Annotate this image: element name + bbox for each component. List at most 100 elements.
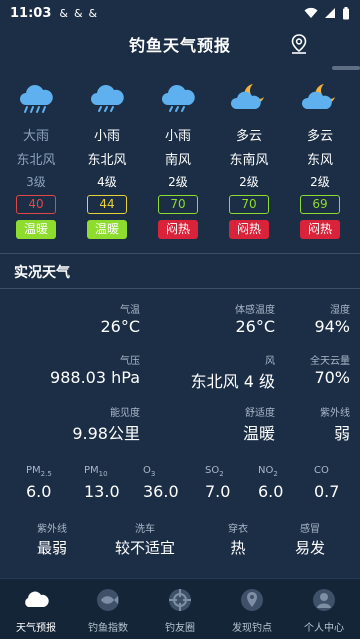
pollutant-label: PM10 xyxy=(84,465,120,479)
index-dressing: 穿衣 热 xyxy=(215,520,261,558)
nav-item-label: 钓鱼指数 xyxy=(88,623,128,634)
aperture-icon xyxy=(167,587,193,613)
divider xyxy=(0,288,360,289)
uv-label: 紫外线 xyxy=(320,408,350,419)
cloudy-night-icon xyxy=(230,81,267,115)
feels-like-label: 体感温度 xyxy=(235,305,275,316)
index-label: 洗车 xyxy=(135,524,155,535)
forecast-day[interactable]: 多云 东南风 2级 70 闷热 xyxy=(214,75,284,253)
pollutant-cell: SO2 7.0 xyxy=(205,465,230,501)
pollutant-value: 13.0 xyxy=(84,482,120,501)
forecast-day[interactable]: 小雨 南风 2级 70 闷热 xyxy=(143,75,213,253)
index-value: 最弱 xyxy=(36,539,67,557)
temperature-cell: 气温 26°C xyxy=(60,301,140,336)
forecast-day[interactable]: 多云东风 2级 69 闷热 xyxy=(285,75,355,253)
forecast-wind: 东北风 xyxy=(16,153,56,168)
forecast-strip[interactable]: 大雨 东北风 3级 40 温暖 小雨 东北风 4级 44 温暖 小雨 南风 2级 70 闷热 多云 东南风 2级 7… xyxy=(0,75,360,253)
pollutant-label: O3 xyxy=(143,465,179,479)
forecast-aqi-badge: 70 xyxy=(158,195,198,214)
forecast-comfort-badge: 温暖 xyxy=(16,220,56,239)
uv-value: 弱 xyxy=(333,424,350,443)
pollutant-name: CO xyxy=(314,465,329,476)
index-label: 穿衣 xyxy=(228,524,248,535)
notification-icon: & xyxy=(59,6,68,20)
wind-cell: 风 东北风 4 级 xyxy=(165,352,275,392)
temperature-label: 气温 xyxy=(120,305,140,316)
temperature-value: 26°C xyxy=(100,317,140,336)
battery-icon xyxy=(343,6,349,19)
cloudy-night-icon xyxy=(301,81,338,115)
index-label: 感冒 xyxy=(300,524,320,535)
pollutant-cell: CO 0.7 xyxy=(314,465,339,501)
forecast-wind: 东风 xyxy=(306,153,333,168)
forecast-wind-level: 2级 xyxy=(168,175,188,189)
humidity-label: 湿度 xyxy=(330,305,350,316)
section-title: 实况天气 xyxy=(14,265,70,281)
pollutant-name: O xyxy=(143,465,151,476)
pollutant-subscript: 10 xyxy=(98,470,108,478)
pollutant-name: PM xyxy=(84,465,99,476)
forecast-aqi-badge: 44 xyxy=(87,195,127,214)
signal-icon xyxy=(325,8,335,18)
pollutant-label: NO2 xyxy=(258,465,283,479)
nav-item-label: 发现钓点 xyxy=(232,623,272,634)
feels-like-cell: 体感温度 26°C xyxy=(195,301,275,336)
forecast-wind-level: 2级 xyxy=(239,175,259,189)
pressure-label: 气压 xyxy=(120,356,140,367)
pollutant-label: PM2.5 xyxy=(26,465,52,479)
forecast-wind-level: 3级 xyxy=(26,175,46,189)
index-value: 热 xyxy=(230,539,246,557)
pollutant-name: SO xyxy=(205,465,220,476)
notification-icon: & xyxy=(73,6,83,20)
location-icon[interactable] xyxy=(288,33,310,55)
pollutant-value: 36.0 xyxy=(143,482,179,501)
feels-like-value: 26°C xyxy=(235,317,275,336)
forecast-wind: 东南风 xyxy=(229,153,269,168)
app-header: 钓鱼天气预报 xyxy=(0,26,360,62)
pollutant-subscript: 2 xyxy=(219,470,224,478)
nav-item-cloud[interactable]: 天气预报 xyxy=(0,579,72,639)
nav-item-fish[interactable]: 钓鱼指数 xyxy=(72,579,144,639)
pollutant-cell: PM2.5 6.0 xyxy=(26,465,52,501)
comfort-label: 舒适度 xyxy=(245,408,275,419)
pollutant-cell: PM10 13.0 xyxy=(84,465,120,501)
forecast-aqi-badge: 40 xyxy=(16,195,56,214)
forecast-comfort-badge: 闷热 xyxy=(300,220,340,239)
forecast-aqi-badge: 69 xyxy=(300,195,340,214)
forecast-condition: 多云 xyxy=(235,129,262,144)
nav-item-label: 钓友圈 xyxy=(165,623,195,634)
comfort-cell: 舒适度 温暖 xyxy=(195,404,275,444)
forecast-wind-level: 2级 xyxy=(310,175,330,189)
cloud-cover-cell: 全天云量 70% xyxy=(290,352,350,387)
pollutant-subscript: 2.5 xyxy=(40,470,52,478)
forecast-wind: 南风 xyxy=(164,153,191,168)
nav-item-map-pin[interactable]: 发现钓点 xyxy=(216,579,288,639)
wifi-icon xyxy=(304,7,318,18)
forecast-day[interactable]: 小雨 东北风 4级 44 温暖 xyxy=(72,75,142,253)
index-car-wash: 洗车 较不适宜 xyxy=(105,520,185,558)
forecast-comfort-badge: 温暖 xyxy=(87,220,127,239)
forecast-condition: 小雨 xyxy=(93,129,120,144)
index-value: 易发 xyxy=(294,539,325,557)
notification-icons: & & & xyxy=(59,7,97,20)
nav-item-label: 个人中心 xyxy=(304,623,344,634)
light-rain-icon xyxy=(160,81,196,115)
pressure-value: 988.03 hPa xyxy=(50,368,140,387)
forecast-aqi-badge: 70 xyxy=(229,195,269,214)
pollutant-subscript: 2 xyxy=(273,470,278,478)
index-cold: 感冒 易发 xyxy=(287,520,333,558)
scroll-indicator xyxy=(332,66,360,70)
pollutant-value: 7.0 xyxy=(205,482,231,501)
nav-item-aperture[interactable]: 钓友圈 xyxy=(144,579,216,639)
forecast-wind: 东北风 xyxy=(87,153,127,168)
forecast-condition: 多云 xyxy=(306,129,333,144)
pollutant-name: NO xyxy=(258,465,274,476)
forecast-condition: 小雨 xyxy=(164,129,191,144)
pollutant-subscript: 3 xyxy=(150,470,156,478)
index-label: 紫外线 xyxy=(37,524,67,535)
pollutant-label: SO2 xyxy=(205,465,230,479)
humidity-cell: 湿度 94% xyxy=(290,301,350,336)
map-pin-icon xyxy=(239,587,265,613)
forecast-day[interactable]: 大雨 东北风 3级 40 温暖 xyxy=(1,75,71,253)
nav-item-user[interactable]: 个人中心 xyxy=(288,579,360,639)
